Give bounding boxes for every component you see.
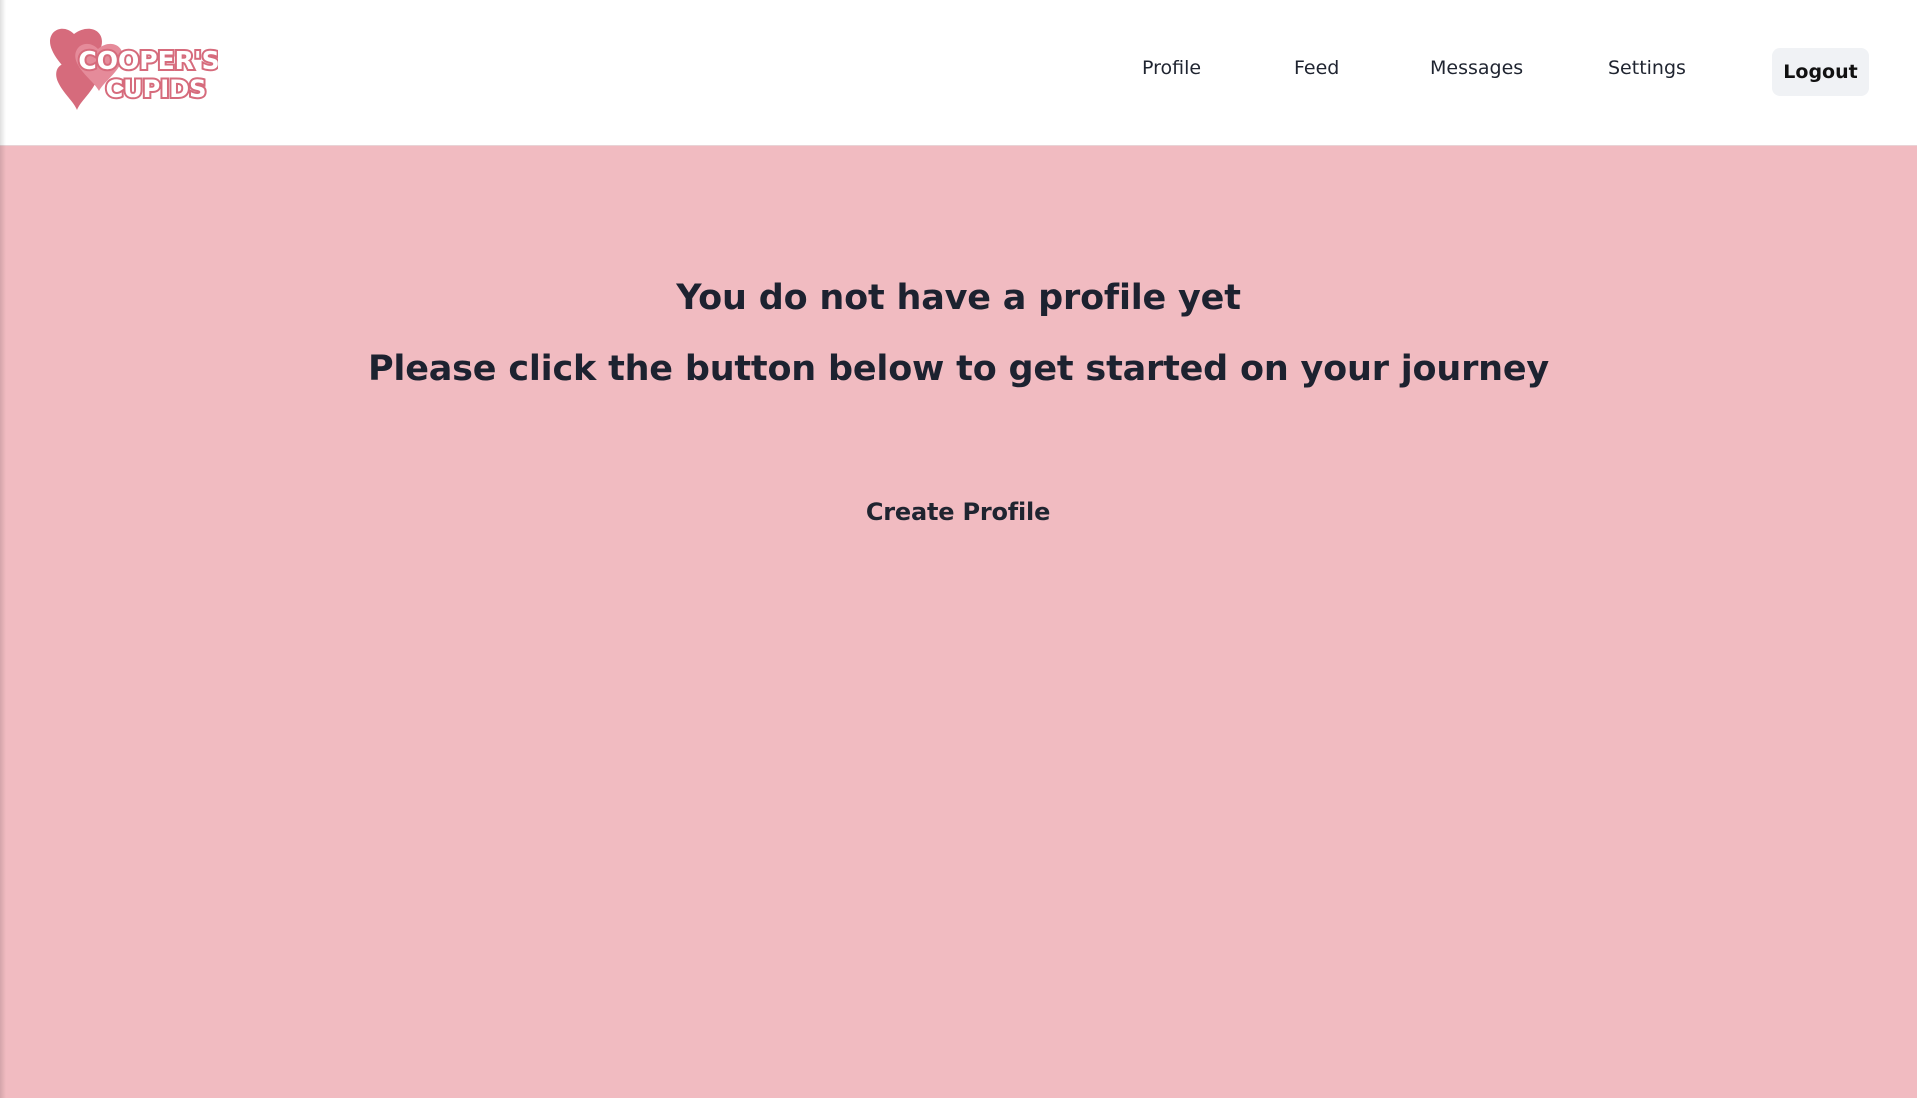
main-content: You do not have a profile yet Please cli… (0, 146, 1917, 1098)
window-left-edge-shadow (0, 0, 6, 1098)
get-started-heading: Please click the button below to get sta… (367, 349, 1550, 389)
nav-settings-link[interactable]: Settings (1608, 57, 1686, 79)
no-profile-heading: You do not have a profile yet (676, 278, 1241, 318)
nav-profile-link[interactable]: Profile (1142, 57, 1201, 79)
create-profile-button[interactable]: Create Profile (858, 488, 1058, 536)
page: COOPER'S CUPIDS Profile Feed Messages Se… (0, 0, 1917, 1098)
top-navbar: COOPER'S CUPIDS Profile Feed Messages Se… (0, 0, 1917, 146)
logout-button[interactable]: Logout (1772, 48, 1869, 96)
primary-navigation: Profile Feed Messages Settings Logout (0, 0, 1917, 146)
nav-messages-link[interactable]: Messages (1430, 57, 1523, 79)
nav-feed-link[interactable]: Feed (1294, 57, 1339, 79)
